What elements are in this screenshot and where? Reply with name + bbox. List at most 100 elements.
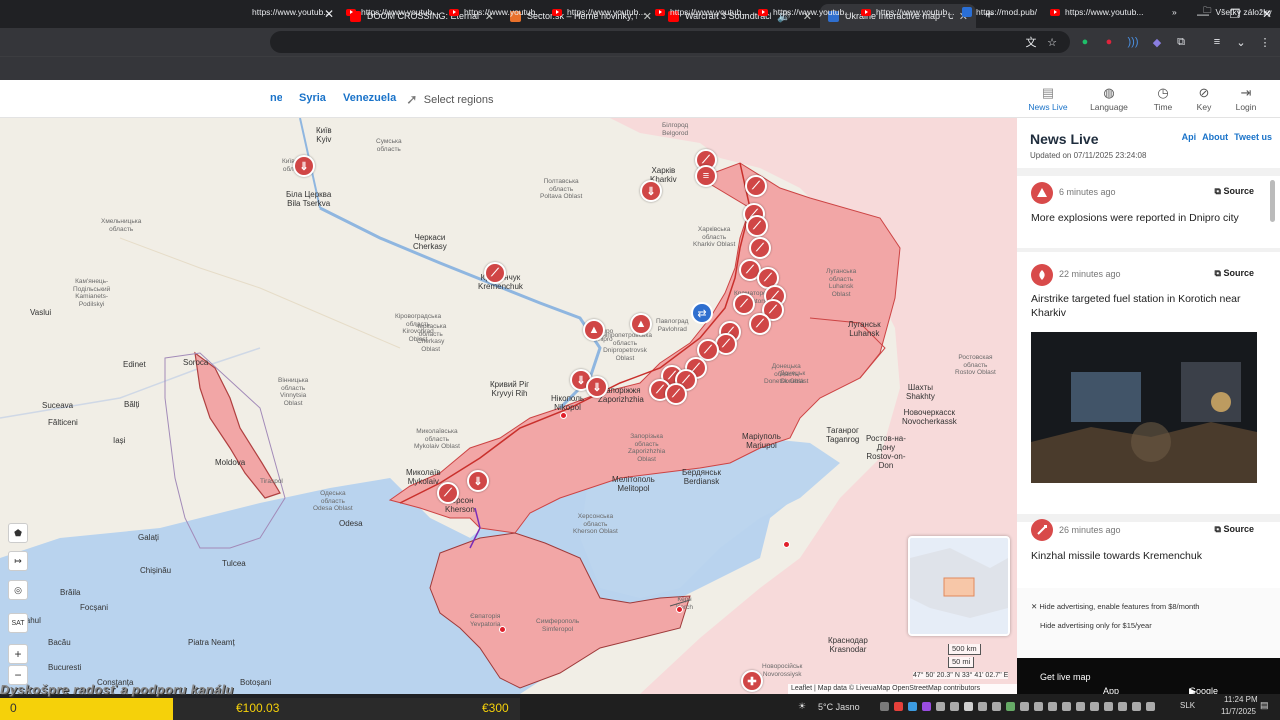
tray-icon[interactable] bbox=[992, 702, 1001, 711]
header-link-venezuela[interactable]: Venezuela bbox=[343, 92, 396, 104]
about-link[interactable]: About bbox=[1202, 132, 1228, 142]
bookmark-label: https://mod.pub/ bbox=[976, 7, 1037, 17]
tray-icon[interactable] bbox=[978, 702, 987, 711]
news-scrollbar[interactable] bbox=[1270, 180, 1275, 222]
puzzle-icon[interactable]: ⧉ bbox=[1172, 33, 1190, 51]
chevron-right-icon[interactable]: » bbox=[1172, 4, 1177, 20]
header-link-partial[interactable]: ne bbox=[270, 92, 282, 104]
fire-event-marker[interactable]: ▲ bbox=[583, 319, 605, 341]
source-link[interactable]: ⧉ Source bbox=[1215, 268, 1254, 279]
gun-event-marker[interactable]: ⟋ bbox=[746, 215, 768, 237]
source-link[interactable]: ⧉ Source bbox=[1215, 186, 1254, 197]
nav-news-live[interactable]: ▤ News Live bbox=[1025, 84, 1071, 112]
grammarly-icon[interactable]: ● bbox=[1076, 33, 1094, 51]
select-regions-button[interactable]: ➚ Select regions bbox=[406, 91, 493, 108]
map-canvas[interactable] bbox=[0, 118, 1017, 694]
language-indicator[interactable]: SLK bbox=[1180, 701, 1195, 710]
tray-icon[interactable] bbox=[1132, 702, 1141, 711]
city-dot[interactable] bbox=[783, 541, 790, 548]
swap-event-marker[interactable]: ⇄ bbox=[691, 302, 713, 324]
news-photo[interactable] bbox=[1031, 332, 1257, 483]
hide-ads-link-yearly[interactable]: Hide advertising only for $15/year bbox=[1040, 621, 1152, 630]
notification-icon[interactable]: ▤ bbox=[1260, 700, 1269, 711]
tray-icon[interactable] bbox=[894, 702, 903, 711]
bookmark-item[interactable]: https://www.youtub... bbox=[449, 4, 542, 20]
nav-language[interactable]: ◍ Language bbox=[1086, 84, 1132, 112]
tray-icon[interactable] bbox=[922, 702, 931, 711]
tray-icon[interactable] bbox=[1006, 702, 1015, 711]
rocket-event-marker[interactable]: ⇓ bbox=[293, 155, 315, 177]
tray-icon[interactable] bbox=[936, 702, 945, 711]
mini-map[interactable] bbox=[908, 536, 1010, 636]
gun-event-marker[interactable]: ⟋ bbox=[437, 482, 459, 504]
tray-icon[interactable] bbox=[950, 702, 959, 711]
address-bar[interactable] bbox=[270, 31, 1070, 53]
get-live-map-link[interactable]: Get live map bbox=[1040, 672, 1091, 682]
api-link[interactable]: Api bbox=[1182, 132, 1197, 142]
fire-event-marker[interactable]: ▲ bbox=[630, 313, 652, 335]
gun-event-marker[interactable]: ⟋ bbox=[665, 383, 687, 405]
nav-login[interactable]: ⇥ Login bbox=[1223, 84, 1269, 112]
divider bbox=[1017, 248, 1280, 252]
bookmark-item[interactable]: https://www.youtub... bbox=[552, 4, 645, 20]
tray-icon[interactable] bbox=[1020, 702, 1029, 711]
tray-icon[interactable] bbox=[880, 702, 889, 711]
bookmark-item[interactable]: https://www.youtub... bbox=[1050, 4, 1143, 20]
gun-event-marker[interactable]: ⟋ bbox=[745, 175, 767, 197]
tweet-link[interactable]: Tweet us bbox=[1234, 132, 1272, 142]
bookmark-item[interactable]: https://www.youtub... bbox=[346, 4, 439, 20]
interactive-map[interactable]: Харків KharkivКиїв KyivЧеркаси CherkasyК… bbox=[0, 118, 1017, 694]
bookmark-item[interactable]: https://www.youtub... bbox=[758, 4, 851, 20]
satellite-toggle-button[interactable]: SAT bbox=[8, 613, 28, 633]
tray-icon[interactable] bbox=[1104, 702, 1113, 711]
tray-icon[interactable] bbox=[1090, 702, 1099, 711]
map-place-label: Ростов-на- Дону Rostov-on- Don bbox=[866, 434, 906, 470]
extension-red-icon[interactable]: ● bbox=[1100, 33, 1118, 51]
gun-event-marker[interactable]: ⟋ bbox=[749, 237, 771, 259]
gun-event-marker[interactable]: ⟋ bbox=[749, 313, 771, 335]
star-icon[interactable]: ☆ bbox=[1043, 33, 1061, 51]
tray-icon[interactable] bbox=[1146, 702, 1155, 711]
extension-icon[interactable]: ◆ bbox=[1148, 33, 1166, 51]
nav-time[interactable]: ◷ Time bbox=[1140, 84, 1186, 112]
rocket-event-marker[interactable]: ⇓ bbox=[586, 376, 608, 398]
tray-icon[interactable] bbox=[1062, 702, 1071, 711]
tray-icon[interactable] bbox=[964, 702, 973, 711]
rocket-event-marker[interactable]: ⇓ bbox=[467, 470, 489, 492]
bookmark-item[interactable]: https://www.youtub... bbox=[655, 4, 748, 20]
rocket-event-marker[interactable]: ⇓ bbox=[640, 180, 662, 202]
tank-event-marker[interactable]: ≡ bbox=[695, 165, 717, 187]
media-icon[interactable]: ≡ bbox=[1208, 33, 1226, 51]
tray-icon[interactable] bbox=[1118, 702, 1127, 711]
header-link-syria[interactable]: Syria bbox=[299, 92, 326, 104]
bookmark-item[interactable]: https://www.youtub... bbox=[252, 4, 330, 20]
profile-icon[interactable]: ⌄ bbox=[1232, 33, 1250, 51]
bookmarks-folder[interactable]: 🗀 Všetky záložky bbox=[1203, 4, 1272, 20]
tray-icon[interactable] bbox=[908, 702, 917, 711]
city-dot[interactable] bbox=[676, 606, 683, 613]
tray-icon[interactable] bbox=[1076, 702, 1085, 711]
measure-tool-button[interactable]: ↦ bbox=[8, 551, 28, 571]
menu-icon[interactable]: ⋮ bbox=[1256, 33, 1274, 51]
city-dot[interactable] bbox=[499, 626, 506, 633]
audio-extension-icon[interactable]: ))) bbox=[1124, 33, 1142, 51]
weather-text[interactable]: 5°C Jasno bbox=[818, 702, 860, 712]
hide-ads-link-monthly[interactable]: ✕ Hide advertising, enable features from… bbox=[1031, 602, 1199, 611]
gun-event-marker[interactable]: ⟋ bbox=[733, 293, 755, 315]
nav-key[interactable]: ⊘ Key bbox=[1181, 84, 1227, 112]
gun-event-marker[interactable]: ⟋ bbox=[484, 262, 506, 284]
source-link[interactable]: ⧉ Source bbox=[1215, 524, 1254, 535]
clock-date[interactable]: 11/7/2025 bbox=[1221, 707, 1256, 716]
city-dot[interactable] bbox=[560, 412, 567, 419]
weather-icon[interactable]: ☀ bbox=[798, 701, 806, 712]
clock-time[interactable]: 11:24 PM bbox=[1224, 695, 1258, 704]
tray-icon[interactable] bbox=[1048, 702, 1057, 711]
bookmark-item[interactable]: https://www.youtub... bbox=[861, 4, 954, 20]
zoom-in-button[interactable]: + bbox=[8, 644, 28, 664]
bookmark-item[interactable]: https://mod.pub/ bbox=[962, 4, 1037, 20]
plus-event-marker[interactable]: ✚ bbox=[741, 670, 763, 692]
polygon-tool-button[interactable]: ⬟ bbox=[8, 523, 28, 543]
tray-icon[interactable] bbox=[1034, 702, 1043, 711]
translate-icon[interactable]: 文 bbox=[1022, 33, 1040, 51]
visibility-toggle-button[interactable]: ◎ bbox=[8, 580, 28, 600]
